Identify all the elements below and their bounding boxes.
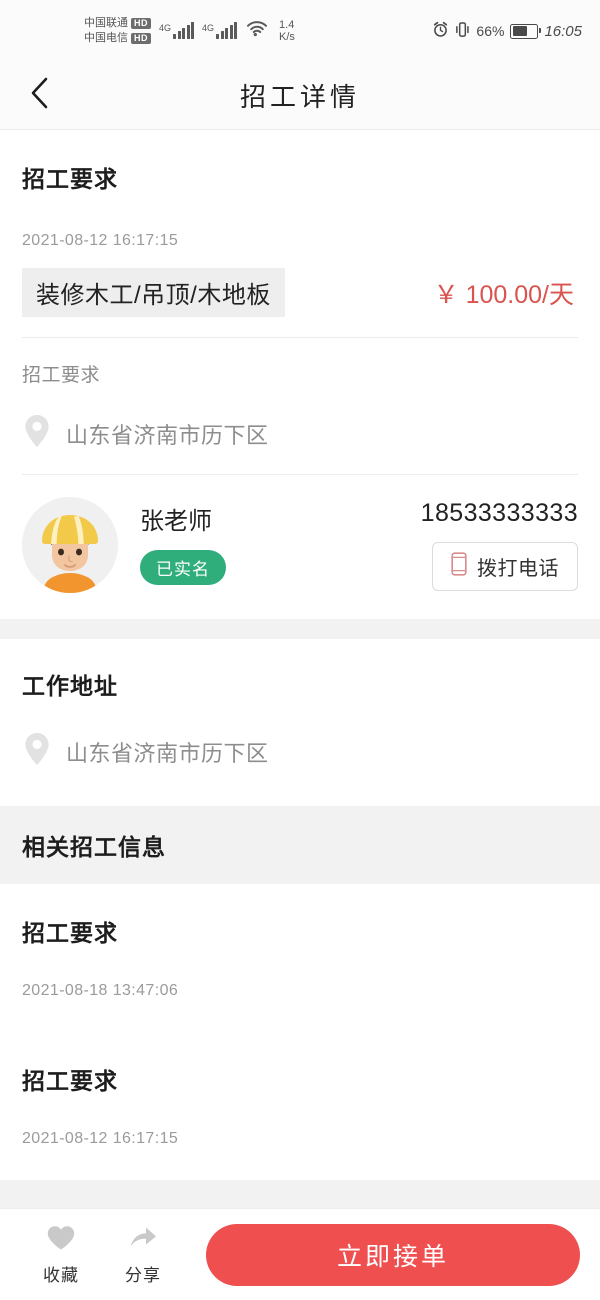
heart-icon [46,1224,76,1257]
title-bar: 招工详情 [0,62,600,130]
list-item[interactable]: 招工要求 2021-08-18 13:47:06 [0,884,600,1032]
call-button-label: 拨打电话 [477,558,559,580]
mobile-phone-icon [451,552,467,581]
job-detail-card: 招工要求 2021-08-12 16:17:15 装修木工/吊顶/木地板 ￥ 1… [0,130,600,619]
work-address-row: 山东省济南市历下区 [22,731,578,772]
related-item-time: 2021-08-18 13:47:06 [22,982,179,999]
page-title: 招工详情 [239,83,360,112]
carrier-row-1: 中国联通 HD [84,17,151,30]
job-section-title: 招工要求 [22,166,118,192]
call-button[interactable]: 拨打电话 [432,542,578,591]
favorite-label: 收藏 [43,1265,79,1285]
clock-label: 16:05 [544,22,582,40]
related-item-title: 招工要求 [22,920,118,946]
contact-name: 张老师 [140,508,212,535]
job-location-row: 山东省济南市历下区 [22,387,578,454]
accept-order-button[interactable]: 立即接单 [206,1223,580,1286]
carrier-2-label: 中国电信 [84,32,128,44]
network-speed-unit: K/s [279,31,295,43]
job-tag-price-row: 装修木工/吊顶/木地板 ￥ 100.00/天 [22,268,578,317]
related-section-header: 相关招工信息 [0,806,600,884]
share-arrow-icon [128,1224,158,1257]
battery-icon [510,23,542,39]
work-address-text: 山东省济南市历下区 [66,740,269,766]
contact-actions: 18533333333 拨打电话 [421,497,578,591]
carrier-1-hd-badge: HD [131,18,151,29]
job-price: ￥ 100.00/天 [433,280,574,309]
app-screen: 中国联通 HD 中国电信 HD 4G 4G 1.4 K/s 66% 16:05 … [0,0,600,1300]
back-button[interactable] [18,74,62,118]
related-item-title: 招工要求 [22,1068,118,1094]
status-badge: 已实名 [140,550,226,585]
share-button[interactable]: 分享 [102,1224,184,1286]
contact-row: 张老师 已实名 18533333333 拨打电话 [0,475,600,619]
favorite-button[interactable]: 收藏 [20,1224,102,1286]
share-label: 分享 [125,1265,161,1285]
job-description: 招工要求 [22,365,101,386]
status-bar-right: 66% 16:05 [432,21,586,41]
bottom-action-bar: 收藏 分享 立即接单 [0,1208,600,1300]
carrier-1-label: 中国联通 [84,17,128,29]
carrier-labels: 中国联通 HD 中国电信 HD [84,17,151,45]
job-location-text: 山东省济南市历下区 [66,422,269,448]
signal-group-1: 4G [159,22,195,39]
network-speed: 1.4 K/s [279,19,295,43]
signal-bars-2-icon [216,22,238,39]
content-filler [0,1180,600,1208]
job-header: 招工要求 2021-08-12 16:17:15 装修木工/吊顶/木地板 ￥ 1… [0,130,600,475]
signal-group-2: 4G [202,22,238,39]
job-posted-time: 2021-08-12 16:17:15 [22,232,179,249]
network-type-2-label: 4G [202,23,215,33]
signal-bars-1-icon [173,22,195,39]
section-gap-1 [0,619,600,639]
work-address-card: 工作地址 山东省济南市历下区 [0,639,600,806]
wifi-icon [246,20,268,42]
carrier-2-hd-badge: HD [131,33,151,44]
location-pin-icon [22,413,52,454]
network-speed-value: 1.4 [279,19,295,31]
vibrate-icon [455,21,470,41]
status-bar-left: 中国联通 HD 中国电信 HD 4G 4G 1.4 K/s [14,17,295,45]
alarm-icon [432,21,449,41]
status-bar: 中国联通 HD 中国电信 HD 4G 4G 1.4 K/s 66% 16:05 [0,0,600,62]
job-category-tag: 装修木工/吊顶/木地板 [22,268,285,317]
contact-info: 张老师 已实名 [118,497,421,585]
chevron-left-icon [28,76,52,115]
battery-percent-label: 66% [476,23,505,39]
network-type-1-label: 4G [159,23,172,33]
related-item-time: 2021-08-12 16:17:15 [22,1130,179,1147]
list-item[interactable]: 招工要求 2021-08-12 16:17:15 [0,1032,600,1180]
contact-phone-number: 18533333333 [420,499,578,527]
location-pin-icon [22,731,52,772]
work-address-title: 工作地址 [22,673,118,699]
related-section-title: 相关招工信息 [22,834,166,860]
worker-avatar [22,497,118,593]
carrier-row-2: 中国电信 HD [84,32,151,45]
